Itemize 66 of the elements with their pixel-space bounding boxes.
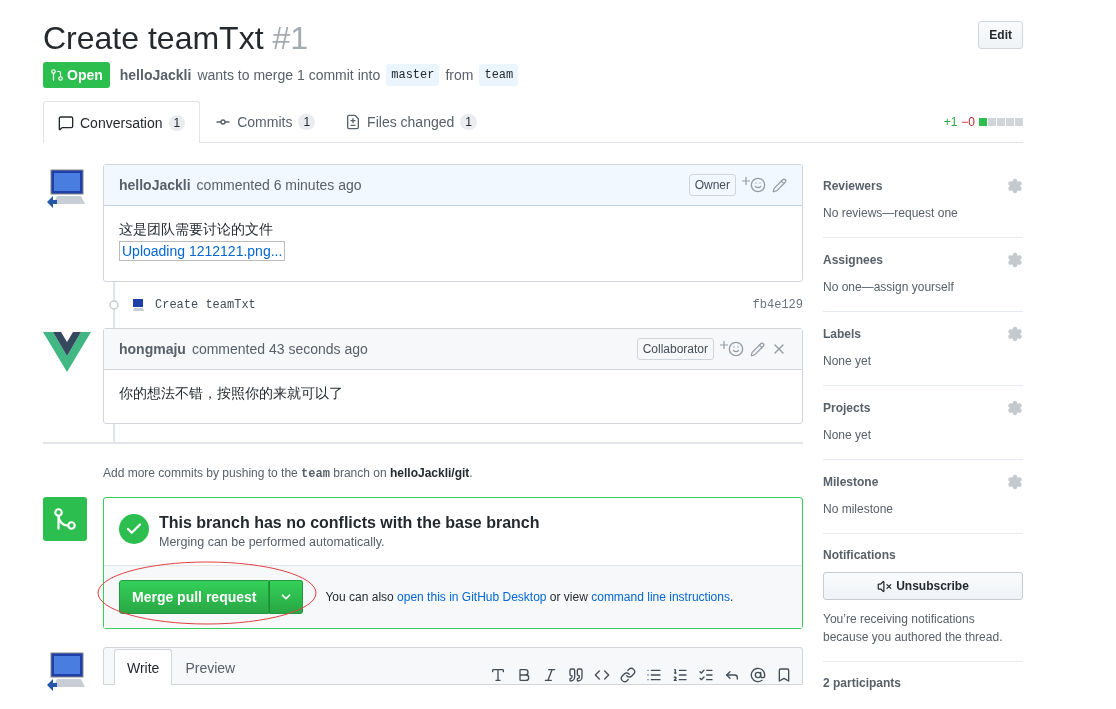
quote-icon[interactable] [568, 667, 584, 683]
bookmark-icon[interactable] [776, 667, 792, 683]
sidebar-value: No one—assign yourself [823, 279, 955, 296]
author-link[interactable]: helloJackli [119, 67, 192, 83]
link[interactable]: open this in GitHub Desktop [397, 590, 547, 604]
sidebar-heading: Projects [823, 401, 871, 415]
check-icon [119, 514, 149, 544]
branch-name: master [386, 64, 440, 86]
task-list-icon[interactable] [698, 667, 714, 683]
computer-avatar [131, 298, 145, 312]
unsubscribe-button[interactable]: Unsubscribe [823, 572, 1023, 600]
diffstat-blocks-icon [979, 117, 1023, 126]
link[interactable]: command line instructions [591, 590, 730, 604]
sidebar-value: You’re receiving notifications because you authored the thread. [823, 611, 1004, 646]
link-icon[interactable] [620, 667, 636, 683]
comment-time: commented 6 minutes ago [196, 177, 362, 193]
merge-status-subtitle: Merging can be performed automatically. [159, 535, 386, 549]
merge-hint: Add more commits by pushing to the team branch on helloJackli/git. [103, 466, 474, 481]
sidebar-value: None yet [823, 353, 873, 370]
merge-alternatives: You can also open this in GitHub Desktop or view command line instructions. [325, 590, 734, 604]
sidebar-heading: Labels [823, 327, 861, 341]
sidebar-heading: Reviewers [823, 179, 883, 193]
comment-author[interactable]: hongmaju [119, 341, 186, 357]
sidebar-value: No milestone [823, 501, 895, 518]
sidebar-value: No reviews—request one [823, 205, 959, 222]
comment-author[interactable]: helloJackli [119, 177, 191, 193]
commit-node-icon [107, 298, 121, 312]
sidebar-heading: Milestone [823, 475, 879, 489]
bulleted-list-icon[interactable] [646, 667, 662, 683]
commit-message[interactable]: Create teamTxt [155, 298, 256, 312]
italic-icon[interactable] [542, 667, 558, 683]
sidebar-value: None yet [823, 427, 873, 444]
comment-time: commented 43 seconds ago [191, 341, 368, 357]
numbered-list-icon[interactable] [672, 667, 688, 683]
file-diff-icon [345, 114, 362, 130]
editor-tab[interactable]: Write [114, 649, 173, 685]
commit-sha[interactable]: fb4e129 [752, 298, 803, 312]
comment-text: 你的想法不错，按照你的来就可以了 [119, 385, 343, 403]
editor-tab[interactable]: Preview [172, 649, 249, 685]
merge-options-button[interactable] [269, 580, 304, 614]
edit-button[interactable]: Edit [978, 21, 1023, 49]
branch-name: team [479, 64, 519, 86]
sidebar-heading: 2 participants [823, 676, 902, 690]
role-label: Owner [688, 174, 736, 196]
bold-icon[interactable] [516, 667, 532, 683]
deletions-count: −0 [961, 114, 975, 129]
code-icon[interactable] [594, 667, 610, 683]
pull-request-title: Create teamTxt #1 [43, 19, 308, 58]
state-badge: Open [43, 62, 110, 88]
comment-icon [58, 114, 74, 131]
add-reaction-icon[interactable] [742, 177, 766, 193]
merge-summary: wants to merge 1 commit into [197, 67, 381, 83]
add-reaction-icon[interactable] [720, 341, 744, 357]
merge-icon [43, 497, 87, 541]
comment-text: 这是团队需要讨论的文件 [119, 221, 273, 239]
merge-status-title: This branch has no conflicts with the base branch [159, 514, 540, 532]
sidebar-heading: Assignees [823, 253, 884, 267]
upload-link[interactable]: Uploading 1212121.png... [119, 241, 286, 261]
tab[interactable]: Conversation 1 [43, 101, 201, 143]
role-label: Collaborator [636, 338, 714, 360]
additions-count: +1 [943, 114, 958, 129]
text-size-icon[interactable] [490, 667, 506, 683]
merge-summary: from [445, 67, 474, 83]
mute-icon [877, 578, 893, 594]
mention-icon[interactable] [750, 667, 766, 683]
sidebar-heading: Notifications [823, 548, 896, 562]
